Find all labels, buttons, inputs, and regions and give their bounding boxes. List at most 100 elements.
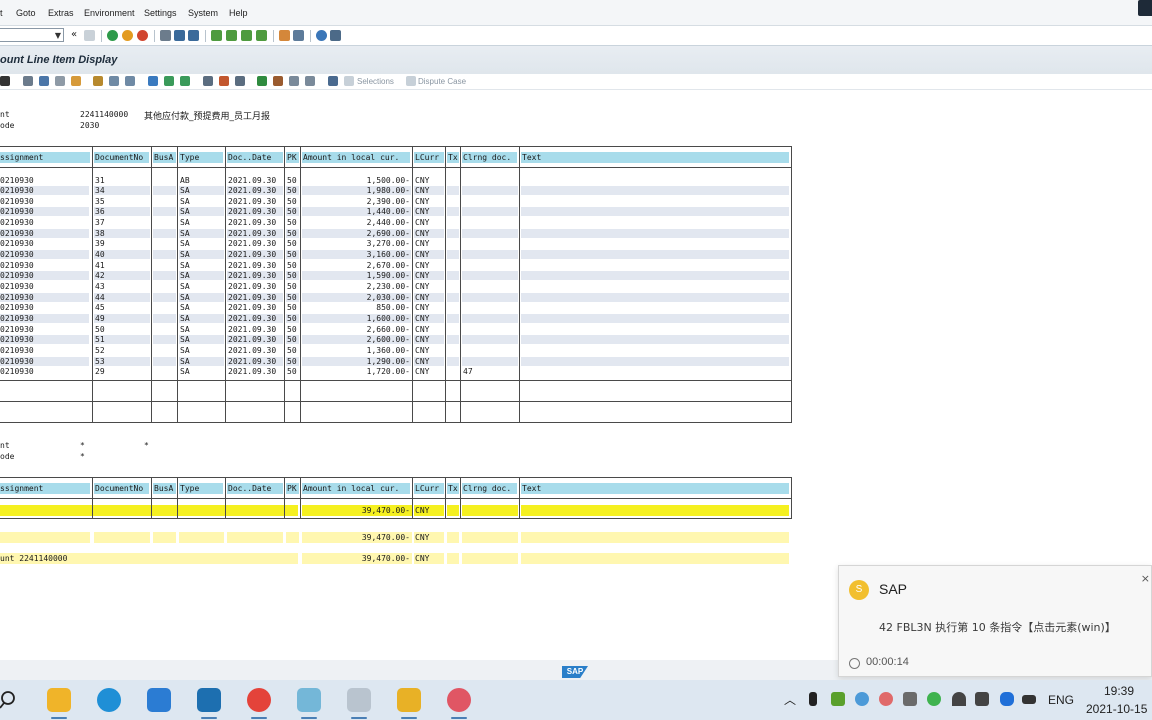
column-header-date[interactable]: Doc..Date: [228, 153, 271, 162]
column-header-assignment[interactable]: ssignment: [0, 153, 43, 162]
new-session-icon[interactable]: [279, 30, 290, 41]
first-page-icon[interactable]: [211, 30, 222, 41]
last-page-icon[interactable]: [256, 30, 267, 41]
column-header-type[interactable]: Type: [180, 153, 199, 162]
table-row[interactable]: 0210930 43 SA 2021.09.30 50 2,230.00- CNY: [0, 281, 791, 292]
table-row[interactable]: 0210930 42 SA 2021.09.30 50 1,590.00- CNY: [0, 270, 791, 281]
table-row[interactable]: 0210930 40 SA 2021.09.30 50 3,160.00- CNY: [0, 249, 791, 260]
dropdown-arrow-icon[interactable]: ▼: [55, 31, 61, 40]
column-header-busa[interactable]: BusA: [154, 153, 173, 162]
layout-icon[interactable]: [203, 76, 213, 86]
antivirus-icon[interactable]: [879, 692, 893, 706]
choose-layout-icon[interactable]: [219, 76, 229, 86]
find-icon[interactable]: [174, 30, 185, 41]
table-row[interactable]: 0210930 38 SA 2021.09.30 50 2,690.00- CNY: [0, 228, 791, 239]
deselect-icon[interactable]: [71, 76, 81, 86]
file-explorer-icon[interactable]: [47, 688, 71, 719]
table-row[interactable]: 0210930 37 SA 2021.09.30 50 2,440.00- CNY: [0, 217, 791, 228]
table-row[interactable]: 0210930 41 SA 2021.09.30 50 2,670.00- CNY: [0, 260, 791, 271]
command-field[interactable]: ▼: [0, 28, 64, 42]
sap-logon-icon[interactable]: [197, 688, 221, 719]
save-layout-icon[interactable]: [235, 76, 245, 86]
wifi-icon[interactable]: [952, 692, 966, 706]
local-file-icon[interactable]: [289, 76, 299, 86]
column-header-assignment[interactable]: ssignment: [0, 484, 43, 493]
table-row[interactable]: 0210930 31 AB 2021.09.30 50 1,500.00- CNY: [0, 175, 791, 186]
column-header-doc[interactable]: DocumentNo: [95, 153, 143, 162]
table-row[interactable]: 0210930 45 SA 2021.09.30 50 850.00- CNY: [0, 302, 791, 313]
sort-descending-icon[interactable]: [180, 76, 190, 86]
table-row[interactable]: 0210930 35 SA 2021.09.30 50 2,390.00- CNY: [0, 196, 791, 207]
change-icon[interactable]: [39, 76, 49, 86]
edge-browser-icon[interactable]: [97, 688, 121, 712]
wechat-icon[interactable]: [927, 692, 941, 706]
menu-goto[interactable]: Goto: [16, 8, 36, 18]
table-row[interactable]: 0210930 39 SA 2021.09.30 50 3,270.00- CNY: [0, 238, 791, 249]
dispute-case-button[interactable]: Dispute Case: [418, 77, 466, 86]
display-icon[interactable]: [23, 76, 33, 86]
table-row[interactable]: 0210930 44 SA 2021.09.30 50 2,030.00- CNY: [0, 292, 791, 303]
find-next-icon[interactable]: [188, 30, 199, 41]
automation-tool-icon[interactable]: [397, 688, 421, 719]
collapse-icon[interactable]: «: [71, 29, 77, 40]
word-export-icon[interactable]: [273, 76, 283, 86]
column-header-tx[interactable]: Tx: [448, 153, 458, 162]
column-header-busa[interactable]: BusA: [154, 484, 173, 493]
previous-page-icon[interactable]: [226, 30, 237, 41]
column-header-doc[interactable]: DocumentNo: [95, 484, 143, 493]
table-row[interactable]: 0210930 53 SA 2021.09.30 50 1,290.00- CNY: [0, 356, 791, 367]
cancel-icon[interactable]: [137, 30, 148, 41]
selections-icon[interactable]: [344, 76, 354, 86]
menu-help[interactable]: Help: [229, 8, 248, 18]
excel-export-icon[interactable]: [257, 76, 267, 86]
column-header-curr[interactable]: LCurr: [415, 484, 439, 493]
menu-edge-fragment[interactable]: t: [0, 8, 3, 18]
table-row[interactable]: 0210930 51 SA 2021.09.30 50 2,600.00- CNY: [0, 334, 791, 345]
column-header-date[interactable]: Doc..Date: [228, 484, 271, 493]
menu-environment[interactable]: Environment: [84, 8, 135, 18]
chrome-icon[interactable]: [247, 688, 271, 719]
menu-settings[interactable]: Settings: [144, 8, 177, 18]
rpa-app-icon[interactable]: [447, 688, 471, 719]
help-icon[interactable]: [316, 30, 327, 41]
sap-gui-icon[interactable]: [297, 688, 321, 719]
print-icon[interactable]: [160, 30, 171, 41]
reference-icon[interactable]: [93, 76, 103, 86]
copy-icon[interactable]: [109, 76, 119, 86]
remote-desktop-icon[interactable]: [347, 688, 371, 719]
column-header-amount[interactable]: Amount in local cur.: [303, 153, 399, 162]
table-row[interactable]: 0210930 50 SA 2021.09.30 50 2,660.00- CNY: [0, 324, 791, 335]
column-header-amount[interactable]: Amount in local cur.: [303, 484, 399, 493]
column-header-curr[interactable]: LCurr: [415, 153, 439, 162]
customize-layout-icon[interactable]: [330, 30, 341, 41]
search-icon[interactable]: [0, 690, 20, 710]
refresh-icon[interactable]: [125, 76, 135, 86]
column-header-text[interactable]: Text: [522, 484, 541, 493]
column-header-pk[interactable]: PK: [287, 153, 297, 162]
volume-icon[interactable]: [975, 692, 989, 706]
show-hidden-icons[interactable]: ︿: [784, 691, 796, 708]
nvidia-icon[interactable]: [831, 692, 845, 706]
column-header-tx[interactable]: Tx: [448, 484, 458, 493]
input-language[interactable]: ENG: [1048, 693, 1074, 707]
network-app-icon[interactable]: [855, 692, 869, 706]
battery-icon[interactable]: [1022, 695, 1036, 704]
bluetooth-icon[interactable]: [1000, 692, 1014, 706]
table-row[interactable]: 0210930 34 SA 2021.09.30 50 1,980.00- CNY: [0, 185, 791, 196]
mail-app-icon[interactable]: [147, 688, 171, 712]
exit-icon[interactable]: [122, 30, 133, 41]
save-icon[interactable]: [84, 30, 95, 41]
menu-system[interactable]: System: [188, 8, 218, 18]
sort-ascending-icon[interactable]: [164, 76, 174, 86]
info-icon[interactable]: [328, 76, 338, 86]
dispute-case-icon[interactable]: [406, 76, 416, 86]
table-row[interactable]: 0210930 52 SA 2021.09.30 50 1,360.00- CNY: [0, 345, 791, 356]
notification-toast[interactable]: S SAP × 42 FBL3N 执行第 10 条指令【点击元素(win)】 0…: [838, 565, 1152, 677]
menu-extras[interactable]: Extras: [48, 8, 74, 18]
mail-icon[interactable]: [305, 76, 315, 86]
column-header-pk[interactable]: PK: [287, 484, 297, 493]
selections-button[interactable]: Selections: [357, 77, 394, 86]
table-row[interactable]: 0210930 36 SA 2021.09.30 50 1,440.00- CNY: [0, 206, 791, 217]
window-control-icon[interactable]: [1138, 0, 1152, 16]
column-header-type[interactable]: Type: [180, 484, 199, 493]
